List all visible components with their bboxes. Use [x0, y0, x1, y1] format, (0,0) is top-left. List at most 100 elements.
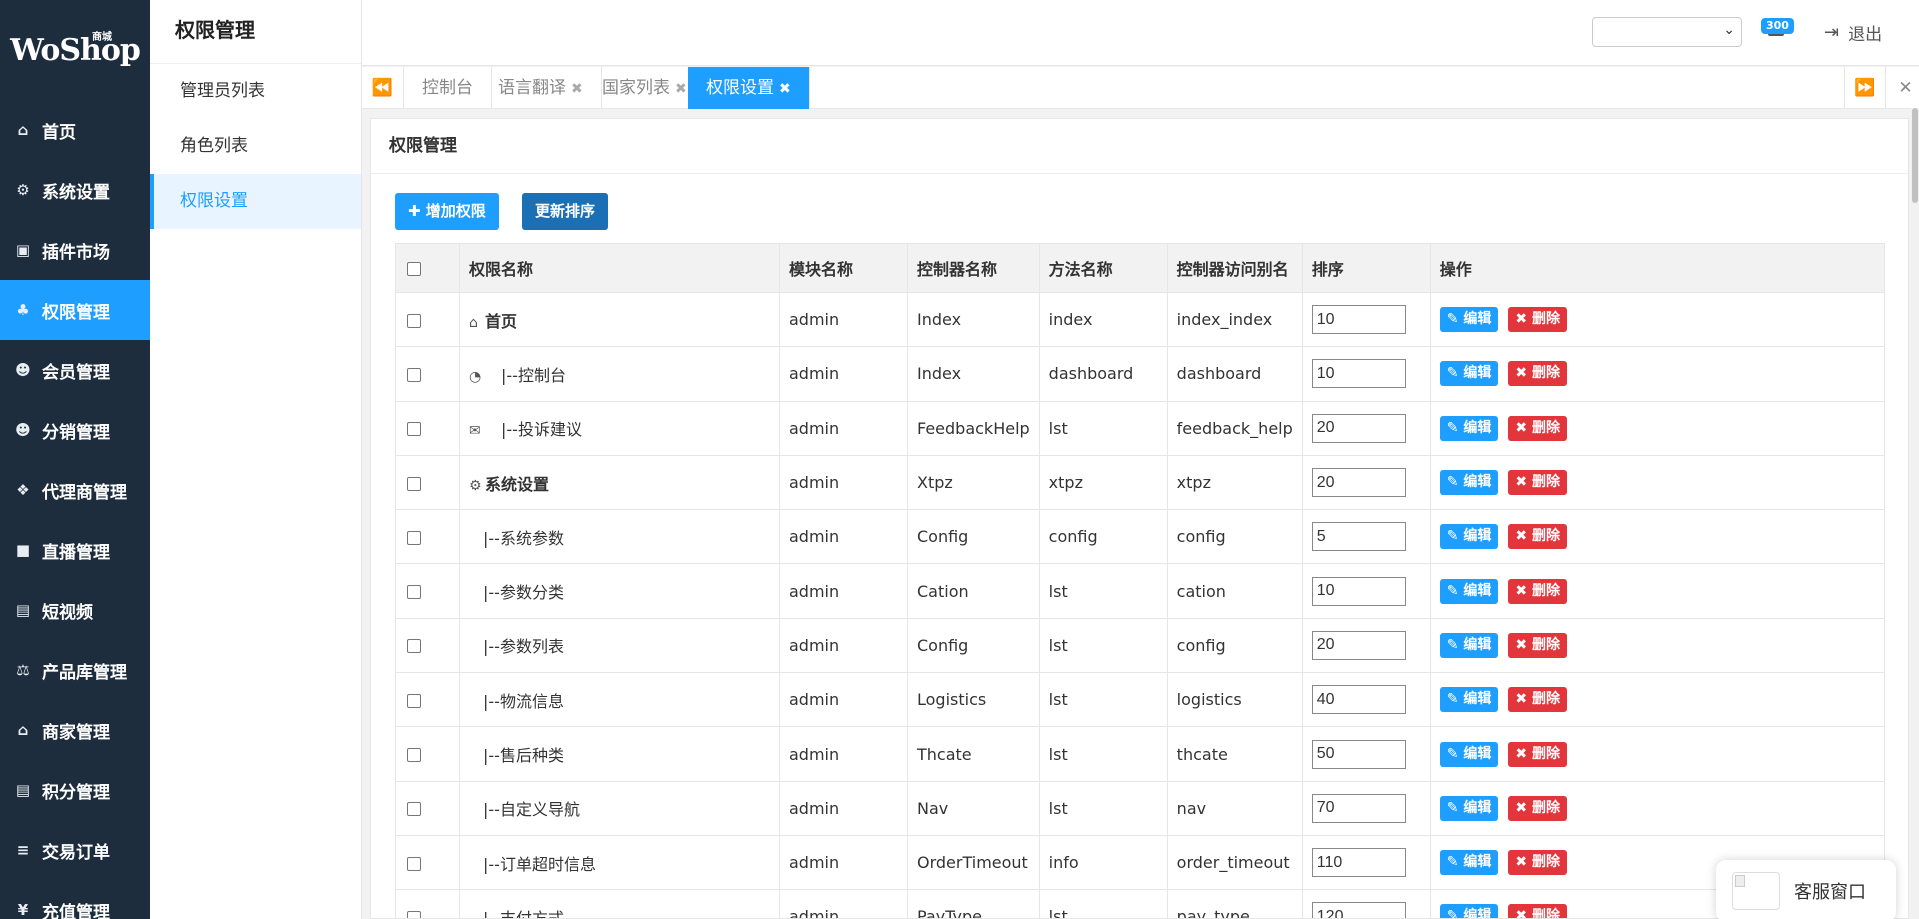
row-checkbox[interactable] [407, 856, 421, 871]
nav-item[interactable]: ⚙ 系统设置 [0, 160, 150, 220]
sort-input[interactable] [1311, 576, 1406, 606]
row-checkbox[interactable] [407, 748, 421, 763]
select-all-cell [395, 243, 460, 293]
row-checkbox[interactable] [407, 639, 421, 654]
sort-input[interactable] [1311, 685, 1406, 715]
tabs-next-icon[interactable]: ⏩ [1844, 67, 1886, 109]
tab[interactable]: 权限设置 ✖ [688, 67, 810, 109]
row-method: lst [1038, 672, 1168, 728]
row-name: |--物流信息 [483, 691, 564, 711]
edit-button[interactable]: ✎ 编辑 [1439, 741, 1499, 767]
sub-nav-item[interactable]: 管理员列表 [150, 64, 361, 119]
row-checkbox[interactable] [407, 802, 421, 817]
close-all-tabs-icon[interactable]: ✕ [1892, 67, 1919, 109]
edit-button[interactable]: ✎ 编辑 [1439, 415, 1499, 441]
edit-label: 编辑 [1463, 474, 1492, 491]
close-icon[interactable]: ✖ [675, 81, 687, 97]
delete-button[interactable]: ✖ 删除 [1508, 904, 1567, 918]
edit-button[interactable]: ✎ 编辑 [1439, 524, 1499, 550]
sort-input[interactable] [1311, 305, 1406, 335]
row-alias: feedback_help [1166, 400, 1303, 456]
edit-button[interactable]: ✎ 编辑 [1439, 795, 1499, 821]
row-checkbox[interactable] [407, 910, 421, 918]
sort-input[interactable] [1311, 739, 1406, 769]
delete-button[interactable]: ✖ 删除 [1508, 361, 1567, 387]
nav-item[interactable]: ☻ 分销管理 [0, 400, 150, 460]
delete-button[interactable]: ✖ 删除 [1508, 524, 1567, 550]
tabs-prev-icon[interactable]: ⏪ [362, 67, 404, 109]
nav-item[interactable]: ▤ 积分管理 [0, 760, 150, 820]
row-checkbox[interactable] [407, 422, 421, 437]
delete-button[interactable]: ✖ 删除 [1508, 850, 1567, 876]
logout-button[interactable]: ⇥ 退出 [1824, 20, 1882, 45]
edit-button[interactable]: ✎ 编辑 [1439, 578, 1499, 604]
vertical-scrollbar[interactable] [1911, 108, 1919, 919]
delete-button[interactable]: ✖ 删除 [1508, 307, 1567, 333]
sub-nav-item[interactable]: 角色列表 [150, 119, 361, 174]
row-module: admin [779, 834, 908, 891]
select-all-checkbox[interactable] [407, 262, 421, 276]
nav-item[interactable]: ■ 直播管理 [0, 520, 150, 580]
tab[interactable]: 控制台 [404, 67, 492, 109]
sort-input[interactable] [1311, 468, 1406, 498]
language-select[interactable]: ⌄ [1592, 17, 1742, 47]
nav-item[interactable]: ⚖ 产品库管理 [0, 640, 150, 700]
nav-item[interactable]: ♣ 权限管理 [0, 280, 150, 340]
delete-button[interactable]: ✖ 删除 [1508, 795, 1567, 821]
row-name: |--自定义导航 [483, 800, 580, 820]
nav-item[interactable]: ▣ 插件市场 [0, 220, 150, 280]
sub-nav-title: 权限管理 [150, 0, 361, 64]
row-checkbox[interactable] [407, 367, 421, 382]
row-name-cell: |--自定义导航 [459, 780, 780, 836]
delete-button[interactable]: ✖ 删除 [1508, 470, 1567, 496]
sort-input[interactable] [1311, 902, 1406, 918]
edit-button[interactable]: ✎ 编辑 [1439, 850, 1499, 876]
edit-label: 编辑 [1463, 691, 1492, 708]
row-checkbox[interactable] [407, 693, 421, 708]
logo[interactable]: WoShop 商城 [0, 0, 150, 100]
delete-button[interactable]: ✖ 删除 [1508, 632, 1567, 658]
nav-item[interactable]: ≡ 交易订单 [0, 820, 150, 880]
times-icon: ✖ [1515, 636, 1532, 653]
row-checkbox[interactable] [407, 530, 421, 545]
sort-input[interactable] [1311, 793, 1406, 823]
sort-input[interactable] [1311, 522, 1406, 552]
delete-button[interactable]: ✖ 删除 [1508, 687, 1567, 713]
edit-button[interactable]: ✎ 编辑 [1439, 687, 1499, 713]
nav-item[interactable]: ☻ 会员管理 [0, 340, 150, 400]
row-checkbox[interactable] [407, 313, 421, 328]
close-icon[interactable]: ✖ [571, 81, 583, 97]
update-sort-button[interactable]: 更新排序 [522, 193, 609, 230]
edit-button[interactable]: ✎ 编辑 [1439, 632, 1499, 658]
edit-button[interactable]: ✎ 编辑 [1439, 361, 1499, 387]
row-checkbox[interactable] [407, 476, 421, 491]
customer-service-widget[interactable]: 客服窗口 [1716, 860, 1896, 919]
table-row: ◔|--控制台adminIndexdashboarddashboard✎ 编辑✖… [395, 346, 1886, 402]
edit-button[interactable]: ✎ 编辑 [1439, 470, 1499, 496]
row-module: admin [779, 400, 908, 456]
row-select-cell [395, 726, 460, 782]
delete-button[interactable]: ✖ 删除 [1508, 578, 1567, 604]
sub-nav-item[interactable]: 权限设置 [150, 174, 361, 229]
row-checkbox[interactable] [407, 585, 421, 600]
delete-button[interactable]: ✖ 删除 [1508, 741, 1567, 767]
scrollbar-thumb[interactable] [1912, 108, 1918, 203]
sort-input[interactable] [1311, 630, 1406, 660]
edit-button[interactable]: ✎ 编辑 [1439, 307, 1499, 333]
nav-item[interactable]: ❖ 代理商管理 [0, 460, 150, 520]
sort-input[interactable] [1311, 359, 1406, 389]
nav-item[interactable]: ▤ 短视频 [0, 580, 150, 640]
add-permission-button[interactable]: ✚ 增加权限 [395, 193, 499, 230]
edit-button[interactable]: ✎ 编辑 [1439, 904, 1499, 918]
delete-label: 删除 [1531, 528, 1560, 545]
nav-item[interactable]: ⌂ 商家管理 [0, 700, 150, 760]
nav-item[interactable]: ⌂ 首页 [0, 100, 150, 160]
sort-input[interactable] [1311, 413, 1406, 443]
sort-input[interactable] [1311, 848, 1406, 878]
table-row: |--参数列表 adminConfiglstconfig ✎ 编辑 ✖ 删除 [395, 617, 1886, 674]
delete-button[interactable]: ✖ 删除 [1508, 415, 1567, 441]
table-row: |--支付方式 adminPayTypelstpay_type ✎ 编辑 ✖ 删除 [395, 889, 1886, 918]
nav-item[interactable]: ¥ 充值管理 [0, 880, 150, 919]
row-module: admin [779, 889, 908, 918]
close-icon[interactable]: ✖ [779, 81, 791, 97]
